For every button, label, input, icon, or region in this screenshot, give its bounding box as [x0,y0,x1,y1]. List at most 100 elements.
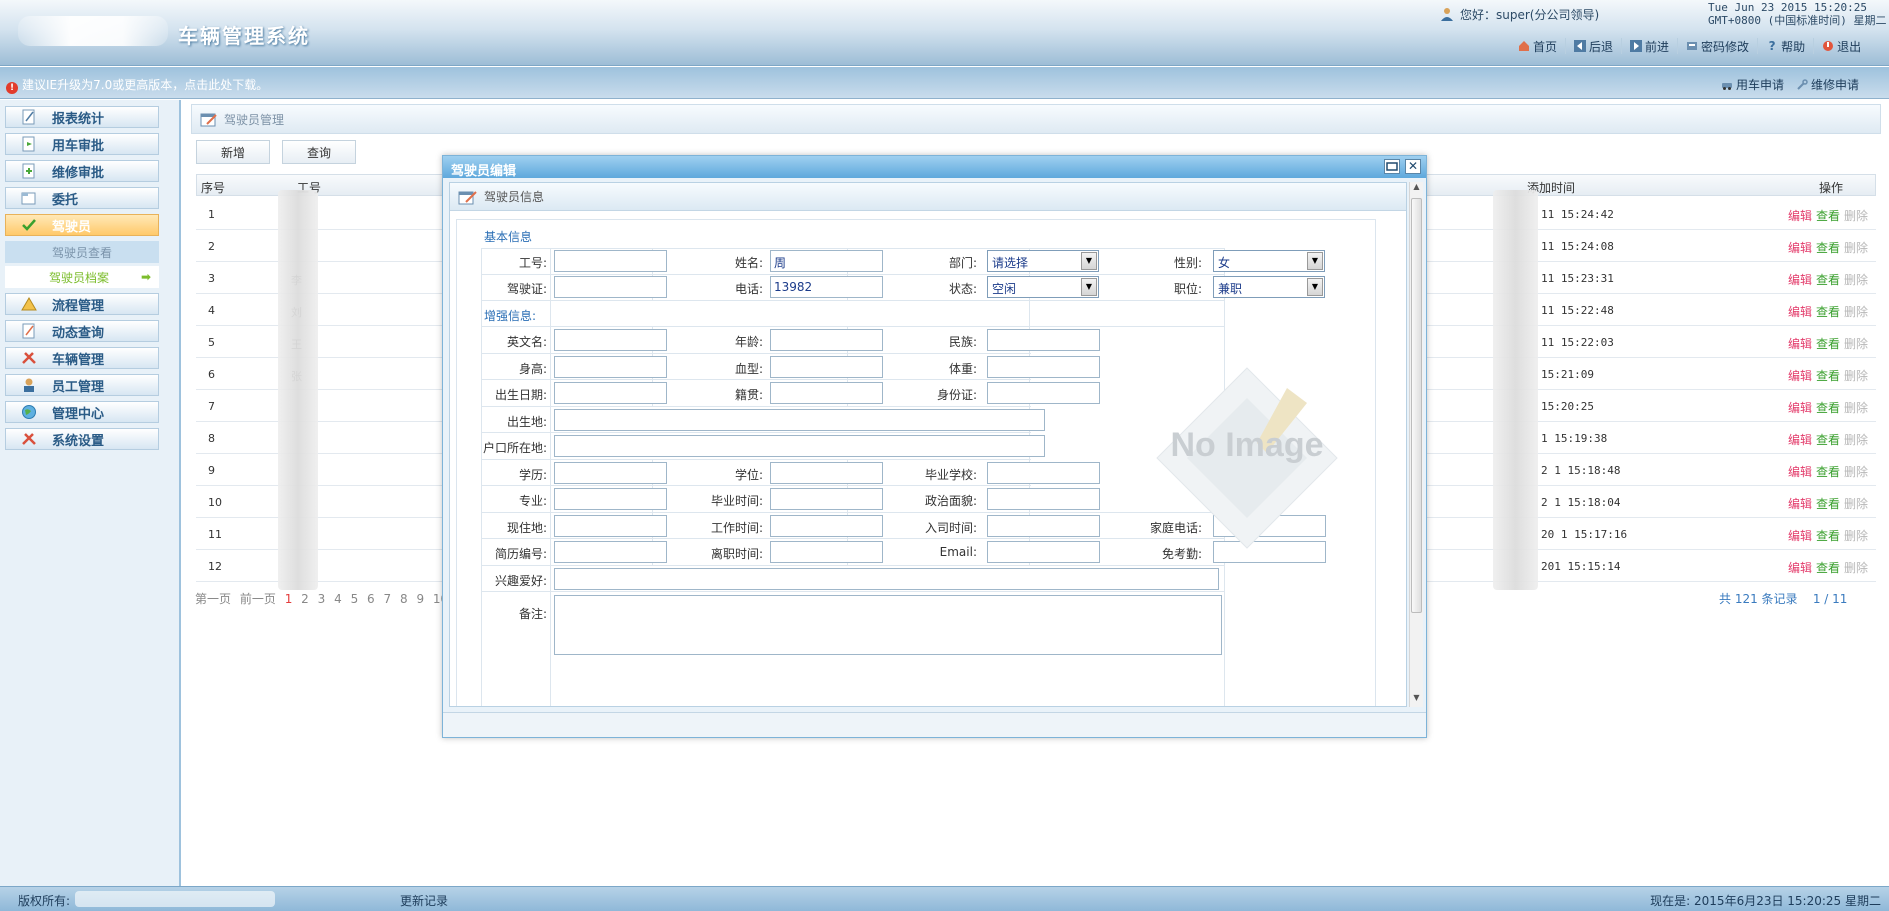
edit-link[interactable]: 编辑 [1788,401,1812,415]
hukou-field[interactable] [554,435,1045,457]
edit-link[interactable]: 编辑 [1788,433,1812,447]
edit-link[interactable]: 编辑 [1788,241,1812,255]
edit-link[interactable]: 编辑 [1788,369,1812,383]
delete-link[interactable]: 删除 [1844,369,1868,383]
pager-page[interactable]: 9 [416,592,424,606]
scroll-down-icon[interactable]: ▼ [1410,693,1423,707]
delete-link[interactable]: 删除 [1844,209,1868,223]
view-link[interactable]: 查看 [1816,433,1840,447]
delete-link[interactable]: 删除 [1844,305,1868,319]
edit-link[interactable]: 编辑 [1788,465,1812,479]
delete-link[interactable]: 删除 [1844,401,1868,415]
nav-help[interactable]: ? 帮助 [1757,38,1813,54]
degree-field[interactable] [770,462,883,484]
view-link[interactable]: 查看 [1816,305,1840,319]
edit-link[interactable]: 编辑 [1788,209,1812,223]
pager-page[interactable]: 6 [367,592,375,606]
native-field[interactable] [770,382,883,404]
hobby-field[interactable] [554,568,1219,590]
en-name-field[interactable] [554,329,667,351]
maximize-icon[interactable] [1384,159,1400,174]
view-link[interactable]: 查看 [1816,241,1840,255]
edit-link[interactable]: 编辑 [1788,497,1812,511]
nav-back[interactable]: 后退 [1565,38,1621,54]
weight-field[interactable] [987,356,1100,378]
pager-page[interactable]: 1 [285,592,293,606]
view-link[interactable]: 查看 [1816,529,1840,543]
sidebar-item-repair-approve[interactable]: 维修审批 [5,160,159,182]
view-link[interactable]: 查看 [1816,209,1840,223]
nav-password[interactable]: 密码修改 [1677,38,1757,54]
delete-link[interactable]: 删除 [1844,273,1868,287]
remark-textarea[interactable] [554,595,1222,655]
view-link[interactable]: 查看 [1816,497,1840,511]
major-field[interactable] [554,488,667,510]
edit-link[interactable]: 编辑 [1788,561,1812,575]
nav-home[interactable]: 首页 [1510,38,1565,54]
pager-prev[interactable]: 前一页 [240,592,276,606]
repair-request-link[interactable]: 维修申请 [1796,76,1859,93]
sidebar-item-car-approve[interactable]: 用车审批 [5,133,159,155]
nav-logout[interactable]: 退出 [1813,38,1869,54]
sidebar-item-settings[interactable]: 系统设置 [5,428,159,450]
work-time-field[interactable] [770,515,883,537]
query-button[interactable]: 查询 [282,140,356,164]
sidebar-item-vehicle[interactable]: 车辆管理 [5,347,159,369]
edit-link[interactable]: 编辑 [1788,273,1812,287]
delete-link[interactable]: 删除 [1844,529,1868,543]
edit-link[interactable]: 编辑 [1788,337,1812,351]
sidebar-item-flow[interactable]: 流程管理 [5,293,159,315]
age-field[interactable] [770,329,883,351]
delete-link[interactable]: 删除 [1844,241,1868,255]
pager-page[interactable]: 8 [400,592,408,606]
dialog-scrollbar[interactable]: ▲ ▼ [1409,182,1423,707]
sidebar-item-query[interactable]: 动态查询 [5,320,159,342]
photo-placeholder[interactable]: No Image [1147,358,1347,558]
school-field[interactable] [987,462,1100,484]
license-field[interactable] [554,276,667,298]
gender-select[interactable]: 女 ▼ [1213,250,1325,272]
status-select[interactable]: 空闲 ▼ [987,276,1099,298]
position-select[interactable]: 兼职 ▼ [1213,276,1325,298]
delete-link[interactable]: 删除 [1844,465,1868,479]
join-time-field[interactable] [987,515,1100,537]
nav-forward[interactable]: 前进 [1621,38,1677,54]
view-link[interactable]: 查看 [1816,273,1840,287]
blood-field[interactable] [770,356,883,378]
scroll-thumb[interactable] [1411,198,1422,613]
grad-time-field[interactable] [770,488,883,510]
sidebar-item-report[interactable]: 报表统计 [5,106,159,128]
edit-link[interactable]: 编辑 [1788,305,1812,319]
political-field[interactable] [987,488,1100,510]
view-link[interactable]: 查看 [1816,369,1840,383]
delete-link[interactable]: 删除 [1844,433,1868,447]
sidebar-item-delegate[interactable]: 委托 [5,187,159,209]
pager-page[interactable]: 4 [334,592,342,606]
sidebar-sub-driver-archive[interactable]: 驾驶员档案 ➡ [5,266,159,288]
birthplace-field[interactable] [554,409,1045,431]
view-link[interactable]: 查看 [1816,337,1840,351]
view-link[interactable]: 查看 [1816,561,1840,575]
update-log-link[interactable]: 更新记录 [400,892,448,909]
ie-upgrade-notice[interactable]: ! 建议IE升级为7.0或更高版本，点击此处下载。 [6,76,268,94]
close-icon[interactable]: ✕ [1405,159,1421,174]
add-button[interactable]: 新增 [196,140,270,164]
sidebar-sub-driver-view[interactable]: 驾驶员查看 [5,241,159,263]
idcard-field[interactable] [987,382,1100,404]
pager-page[interactable]: 7 [384,592,392,606]
pager-page[interactable]: 5 [351,592,359,606]
resume-no-field[interactable] [554,541,667,563]
pager-page[interactable]: 2 [301,592,309,606]
phone-field[interactable]: 13982 [770,276,883,298]
pager-page[interactable]: 3 [318,592,326,606]
sidebar-item-driver[interactable]: 驾驶员 [5,214,159,236]
sidebar-item-admin[interactable]: 管理中心 [5,401,159,423]
view-link[interactable]: 查看 [1816,401,1840,415]
email-field[interactable] [987,541,1100,563]
dialog-titlebar[interactable]: 驾驶员编辑 ✕ [443,156,1426,179]
birthday-field[interactable] [554,382,667,404]
delete-link[interactable]: 删除 [1844,497,1868,511]
pager-first[interactable]: 第一页 [195,592,231,606]
id-field[interactable] [554,250,667,272]
leave-time-field[interactable] [770,541,883,563]
